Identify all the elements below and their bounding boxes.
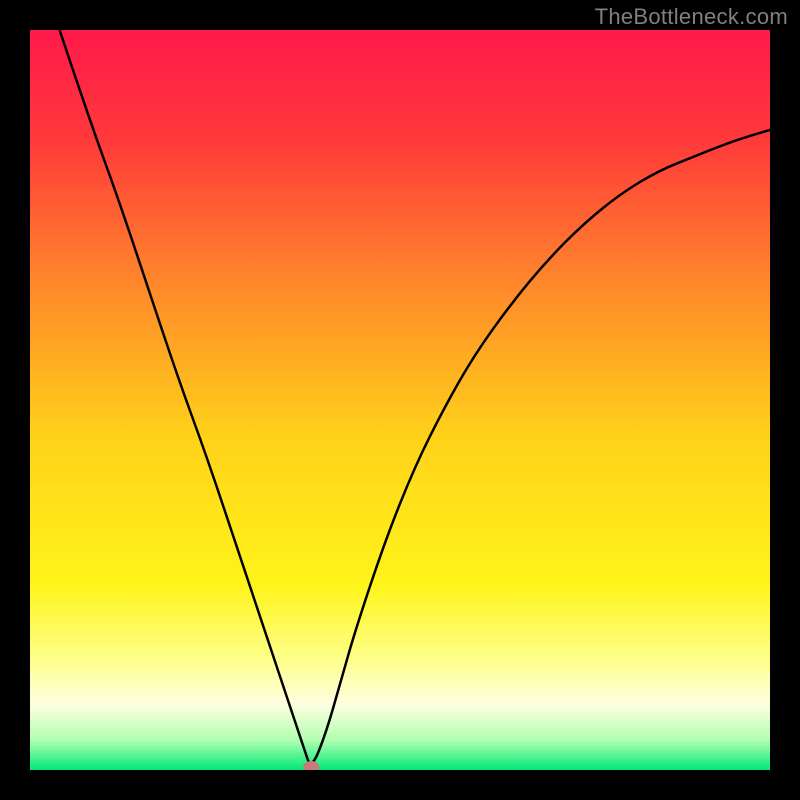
plot-area <box>30 30 770 770</box>
watermark-text: TheBottleneck.com <box>595 4 788 30</box>
chart-svg <box>30 30 770 770</box>
chart-frame: TheBottleneck.com <box>0 0 800 800</box>
gradient-background <box>30 30 770 770</box>
